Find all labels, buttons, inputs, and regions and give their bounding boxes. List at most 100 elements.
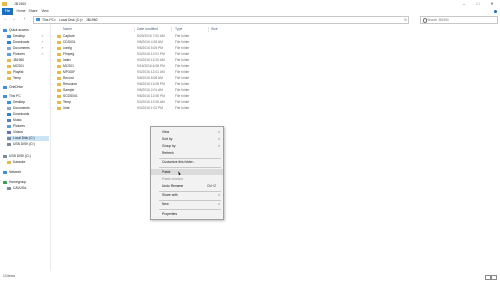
title-bar: JB1960 – □ ✕ [0, 0, 500, 8]
file-row[interactable]: Record 9/8/2016 5:08 AM File folder [55, 76, 225, 81]
folder-icon [57, 47, 61, 51]
folder-icon [57, 89, 61, 93]
file-row[interactable]: config 9/8/2016 5:05 PM File folder [55, 46, 225, 51]
nav-pictures[interactable]: Pictures ↗ [7, 52, 49, 57]
nav-jb1960[interactable]: JB1960 [7, 58, 49, 63]
menu-item-refresh[interactable]: Refresh [151, 150, 223, 156]
nav-mcs01[interactable]: MCS01 [7, 64, 49, 69]
close-button[interactable]: ✕ [486, 0, 498, 8]
forward-button[interactable]: → [11, 16, 16, 21]
context-menu: View > Sort by > Group by > Refresh Customi… [150, 126, 224, 220]
nav-quick-access[interactable]: Quick access [3, 28, 49, 33]
search-input[interactable]: Search JB1960 [420, 16, 498, 24]
up-button[interactable]: ↑ [22, 16, 27, 21]
large-icons-view-button[interactable] [491, 274, 497, 280]
minimize-button[interactable]: – [458, 0, 470, 8]
tab-view[interactable]: View [40, 8, 50, 15]
maximize-button[interactable]: □ [472, 0, 484, 8]
navigation-pane[interactable]: Quick access Desktop ↗ Downloads ↗ Documen… [0, 24, 51, 271]
nav-usb-disk-root[interactable]: USB DISK (D:) [3, 154, 49, 159]
nav-pc-documents[interactable]: Documents [7, 106, 49, 111]
file-row[interactable]: SCDS001 9/8/2016 12:08 PM File folder [55, 94, 225, 99]
chevron-right-icon: > [218, 137, 220, 141]
nav-temp[interactable]: Temp [7, 76, 49, 81]
column-header-date[interactable]: Date modified [137, 27, 158, 32]
tab-home[interactable]: Home [16, 8, 26, 15]
folder-icon [57, 41, 61, 45]
nav-desktop[interactable]: Desktop ↗ [7, 34, 49, 39]
menu-item-customize[interactable]: Customize this folder... [151, 159, 223, 165]
nav-music[interactable]: Music [7, 118, 49, 123]
file-row[interactable]: Sample 9/8/2016 2:01 AM File folder [55, 88, 225, 93]
crumb-separator[interactable]: > [81, 18, 83, 22]
details-view-button[interactable] [485, 274, 491, 280]
item-count: 13 items [3, 274, 16, 278]
file-row[interactable]: Capture 9/25/2016 7:00 AM File folder [55, 34, 225, 39]
nav-cavusa[interactable]: CAVUSA [7, 186, 49, 191]
menu-item-sort-by[interactable]: Sort by > [151, 136, 223, 142]
nav-homegroup[interactable]: Homegroup [3, 180, 49, 185]
folder-icon [7, 64, 11, 68]
column-header-type[interactable]: Type [175, 27, 182, 32]
file-row[interactable]: MCS01 9/16/2016 6:08 PM File folder [55, 64, 225, 69]
nav-onedrive[interactable]: OneDrive [3, 85, 49, 90]
crumb-jb1960[interactable]: JB1960 [86, 18, 98, 22]
nav-this-pc[interactable]: This PC [3, 94, 49, 99]
folder-icon [57, 77, 61, 81]
file-row[interactable]: Temp 9/3/2016 12:05 AM File folder [55, 100, 225, 105]
help-icon[interactable] [493, 9, 497, 13]
menu-item-paste-shortcut[interactable]: Paste shortcut [151, 176, 223, 182]
menu-item-paste[interactable]: Paste [151, 169, 223, 175]
usb-drive-icon [7, 142, 11, 146]
nav-network[interactable]: Network [3, 170, 49, 175]
nav-local-disk[interactable]: Local Disk (C:) [7, 136, 49, 141]
nav-usb-disk[interactable]: USB DISK (D:) [7, 142, 49, 147]
usb-drive-icon [3, 154, 7, 158]
drive-icon [7, 136, 11, 140]
menu-item-new[interactable]: New > [151, 201, 223, 207]
nav-pc-pictures[interactable]: Pictures [7, 124, 49, 129]
tab-share[interactable]: Share [28, 8, 38, 15]
nav-pc-desktop[interactable]: Desktop [7, 100, 49, 105]
video-icon [7, 130, 11, 134]
crumb-this-pc[interactable]: This PC [42, 18, 54, 22]
crumb-separator[interactable]: > [54, 18, 56, 22]
menu-item-view[interactable]: View > [151, 129, 223, 135]
folder-icon [57, 59, 61, 63]
nav-videos[interactable]: Videos [7, 130, 49, 135]
column-header-size[interactable]: Size [211, 27, 218, 32]
menu-item-group-by[interactable]: Group by > [151, 143, 223, 149]
pin-icon: ↗ [41, 34, 44, 38]
tab-file[interactable]: File [2, 8, 13, 15]
file-row[interactable]: Ffmpeg 9/3/2016 12:01 PM File folder [55, 52, 225, 57]
nav-downloads[interactable]: Downloads ↗ [7, 40, 49, 45]
nav-karaoke[interactable]: Karaoke [7, 160, 49, 165]
folder-icon [57, 83, 61, 87]
back-button[interactable]: ← [3, 16, 8, 21]
file-row[interactable]: Resource 9/8/2016 12:08 PM File folder [55, 82, 225, 87]
address-row: ← → ↑ This PC > Local Disk (C:) > JB1960… [0, 15, 500, 24]
nav-playlist[interactable]: Playlist [7, 70, 49, 75]
crumb-local-disk[interactable]: Local Disk (C:) [59, 18, 81, 22]
menu-item-share-with[interactable]: Share with > [151, 192, 223, 198]
file-row[interactable]: Vote 9/3/2016 1:02 PM File folder [55, 106, 225, 111]
menu-item-undo-rename[interactable]: Undo Rename Ctrl+Z [151, 183, 223, 189]
column-header-name[interactable]: Name [63, 27, 72, 32]
menu-item-properties[interactable]: Properties [151, 211, 223, 217]
address-bar[interactable]: This PC > Local Disk (C:) > JB1960 ↻ [33, 16, 409, 24]
picture-icon [7, 124, 11, 128]
download-icon [7, 40, 11, 44]
pin-icon: ↗ [41, 40, 44, 44]
file-row[interactable]: MP3GIF 9/3/2016 12:01 AM File folder [55, 70, 225, 75]
folder-icon [57, 35, 61, 39]
nav-pc-downloads[interactable]: Downloads [7, 112, 49, 117]
folder-icon [57, 95, 61, 99]
file-row[interactable]: index 9/3/2016 12:20 AM File folder [55, 58, 225, 63]
folder-icon [57, 53, 61, 57]
undo-shortcut: Ctrl+Z [207, 184, 217, 188]
nav-documents[interactable]: Documents ↗ [7, 46, 49, 51]
refresh-icon[interactable]: ↻ [404, 18, 407, 22]
folder-icon [57, 65, 61, 69]
file-row[interactable]: CDS001 9/8/2016 4:26 AM File folder [55, 40, 225, 45]
pin-icon: ↗ [41, 46, 44, 50]
